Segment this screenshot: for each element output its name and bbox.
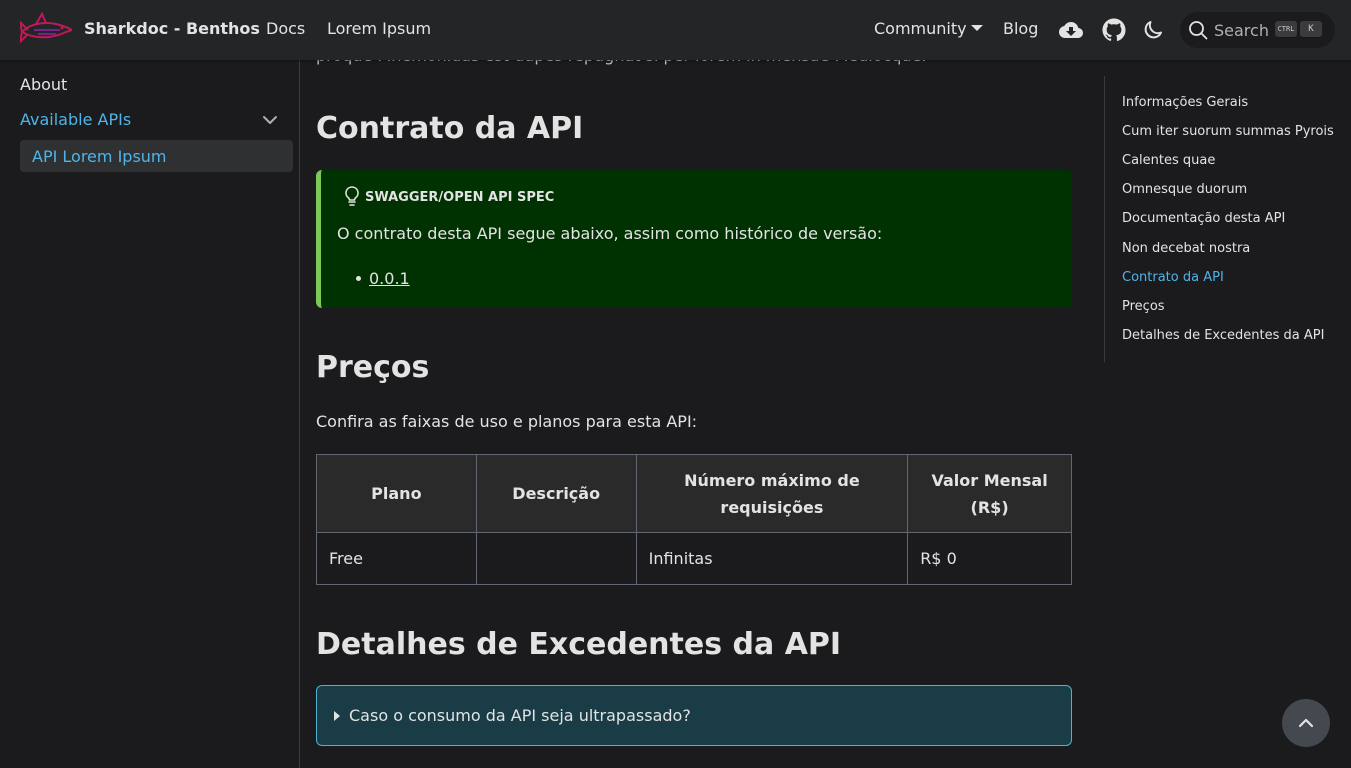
details-collapsible[interactable]: Caso o consumo da API seja ultrapassado? [316, 685, 1072, 746]
shark-logo-icon [20, 12, 72, 44]
brand-title[interactable]: Sharkdoc - Benthos [84, 19, 260, 38]
brand-logo[interactable] [20, 12, 72, 48]
nav-blog-link[interactable]: Blog [1003, 19, 1038, 38]
search-button[interactable]: Search CTRL K [1180, 12, 1335, 48]
admonition-text: O contrato desta API segue abaixo, assim… [337, 224, 883, 243]
github-icon[interactable] [1102, 18, 1126, 42]
lightbulb-icon [345, 186, 359, 206]
back-to-top-button[interactable] [1282, 699, 1330, 747]
sidebar-item-label: API Lorem Ipsum [32, 147, 167, 166]
heading-precos: Preços [316, 350, 430, 385]
tip-admonition: SWAGGER/OPEN API SPEC O contrato desta A… [316, 170, 1072, 308]
main-content: proque Mnemonidas est dupes repugnat si … [316, 0, 1072, 768]
table-header-plano: Plano [316, 454, 477, 533]
chevron-down-icon[interactable] [260, 110, 280, 130]
bullet [356, 276, 361, 281]
moon-icon[interactable] [1141, 18, 1165, 42]
caret-down-icon [970, 25, 983, 31]
heading-detalhes-excedentes: Detalhes de Excedentes da API [316, 627, 842, 662]
sidebar-item-api-lorem-ipsum[interactable]: API Lorem Ipsum [20, 140, 293, 172]
sidebar: About Available APIs API Lorem Ipsum [0, 60, 300, 768]
search-label: Search [1214, 21, 1269, 40]
toc-item[interactable]: Detalhes de Excedentes da API [1122, 328, 1324, 343]
table-row: Free Infinitas R$ 0 [316, 532, 1072, 585]
table-cell [475, 532, 637, 585]
nav-lorem-ipsum-link[interactable]: Lorem Ipsum [327, 19, 431, 38]
search-icon [1189, 21, 1208, 40]
kbd-k: K [1300, 21, 1322, 38]
sidebar-item-available-apis[interactable]: Available APIs [20, 110, 131, 129]
toc-item[interactable]: Informações Gerais [1122, 95, 1248, 110]
table-header-row: Plano Descrição Número máximo de requisi… [316, 454, 1072, 533]
table-cell: R$ 0 [907, 532, 1072, 585]
table-header-valor-mensal: Valor Mensal (R$) [907, 454, 1072, 533]
nav-community-label: Community [874, 19, 967, 38]
toc-item[interactable]: Cum iter suorum summas Pyrois [1122, 124, 1334, 139]
table-cell: Infinitas [635, 532, 909, 585]
cloud-download-icon[interactable] [1059, 18, 1083, 42]
nav-docs-link[interactable]: Docs [266, 19, 305, 38]
table-cell: Free [316, 532, 477, 585]
pricing-table: Plano Descrição Número máximo de requisi… [316, 454, 1072, 585]
table-of-contents: Informações Gerais Cum iter suorum summa… [1104, 76, 1344, 362]
sidebar-item-about[interactable]: About [20, 75, 67, 94]
toc-item[interactable]: Non decebat nostra [1122, 241, 1250, 256]
table-header-descricao: Descrição [475, 454, 637, 533]
nav-community-dropdown[interactable]: Community [874, 19, 983, 38]
chevron-up-icon [1298, 718, 1314, 728]
toc-item[interactable]: Omnesque duorum [1122, 182, 1247, 197]
heading-contrato-da-api: Contrato da API [316, 111, 584, 146]
toc-item[interactable]: Preços [1122, 299, 1165, 314]
precos-paragraph: Confira as faixas de uso e planos para e… [316, 412, 698, 431]
kbd-ctrl: CTRL [1275, 21, 1297, 38]
caret-right-icon [334, 711, 340, 721]
toc-item[interactable]: Calentes quae [1122, 153, 1215, 168]
admonition-title: SWAGGER/OPEN API SPEC [365, 190, 555, 205]
toc-item-active[interactable]: Contrato da API [1122, 270, 1224, 285]
version-link[interactable]: 0.0.1 [369, 269, 410, 288]
toc-item[interactable]: Documentação desta API [1122, 211, 1285, 226]
table-header-numero-maximo: Número máximo de requisições [635, 454, 909, 533]
details-summary: Caso o consumo da API seja ultrapassado? [349, 706, 691, 725]
navbar: Sharkdoc - Benthos Docs Lorem Ipsum Comm… [0, 0, 1351, 60]
